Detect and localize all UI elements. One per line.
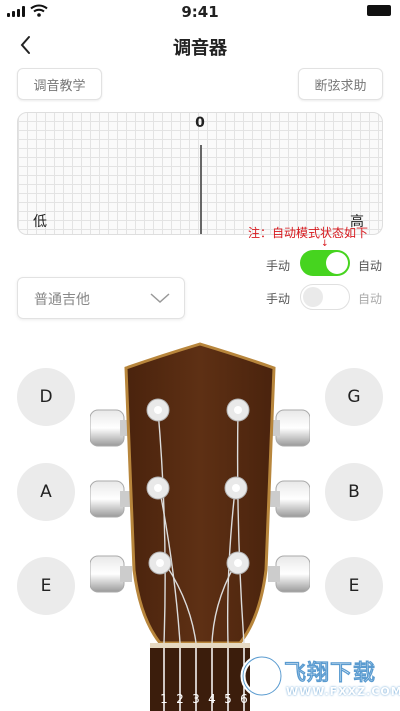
string-button-b[interactable]: B (325, 463, 383, 521)
string-number: 4 (208, 692, 216, 706)
string-number: 1 (160, 692, 168, 706)
watermark-text: 飞翔下载 (284, 661, 377, 687)
auto-mode-toggle-on[interactable] (300, 250, 350, 276)
toggle-auto-label: 自动 (358, 259, 383, 273)
tuning-meter: 0 低 高 (17, 112, 383, 235)
string-number: 3 (192, 692, 200, 706)
string-button-g[interactable]: G (325, 368, 383, 426)
page-title: 调音器 (173, 38, 227, 59)
toggle-auto-label: 自动 (358, 292, 383, 306)
toggle-manual-label: 手动 (266, 292, 291, 306)
tuning-tutorial-button[interactable]: 调音教学 (17, 68, 102, 100)
battery-icon (367, 5, 391, 16)
watermark: 飞翔下载 WWW.FXXZ.COM (240, 645, 400, 711)
string-number: 2 (176, 692, 184, 706)
meter-center-label: 0 (195, 115, 205, 131)
string-button-low-e[interactable]: E (17, 557, 75, 615)
string-button-d[interactable]: D (17, 368, 75, 426)
auto-mode-toggle-off[interactable] (300, 284, 350, 310)
string-number: 5 (224, 692, 232, 706)
string-button-high-e[interactable]: E (325, 557, 383, 615)
watermark-url: WWW.FXXZ.COM (286, 685, 400, 698)
chevron-down-icon (150, 293, 170, 304)
toggle-knob (326, 252, 348, 274)
status-time: 9:41 (181, 3, 219, 21)
toggle-knob (303, 287, 323, 307)
broken-string-help-button[interactable]: 断弦求助 (298, 68, 383, 100)
annotation-arrow: ↓ (321, 239, 329, 249)
meter-low-label: 低 (33, 214, 47, 230)
string-button-a[interactable]: A (17, 463, 75, 521)
watermark-logo-icon (240, 654, 284, 698)
toggle-manual-label: 手动 (266, 259, 291, 273)
instrument-select-value: 普通吉他 (34, 292, 90, 308)
annotation-text: 注：自动模式状态如下 (248, 226, 369, 240)
instrument-select[interactable]: 普通吉他 (17, 277, 185, 319)
meter-needle (200, 145, 202, 234)
